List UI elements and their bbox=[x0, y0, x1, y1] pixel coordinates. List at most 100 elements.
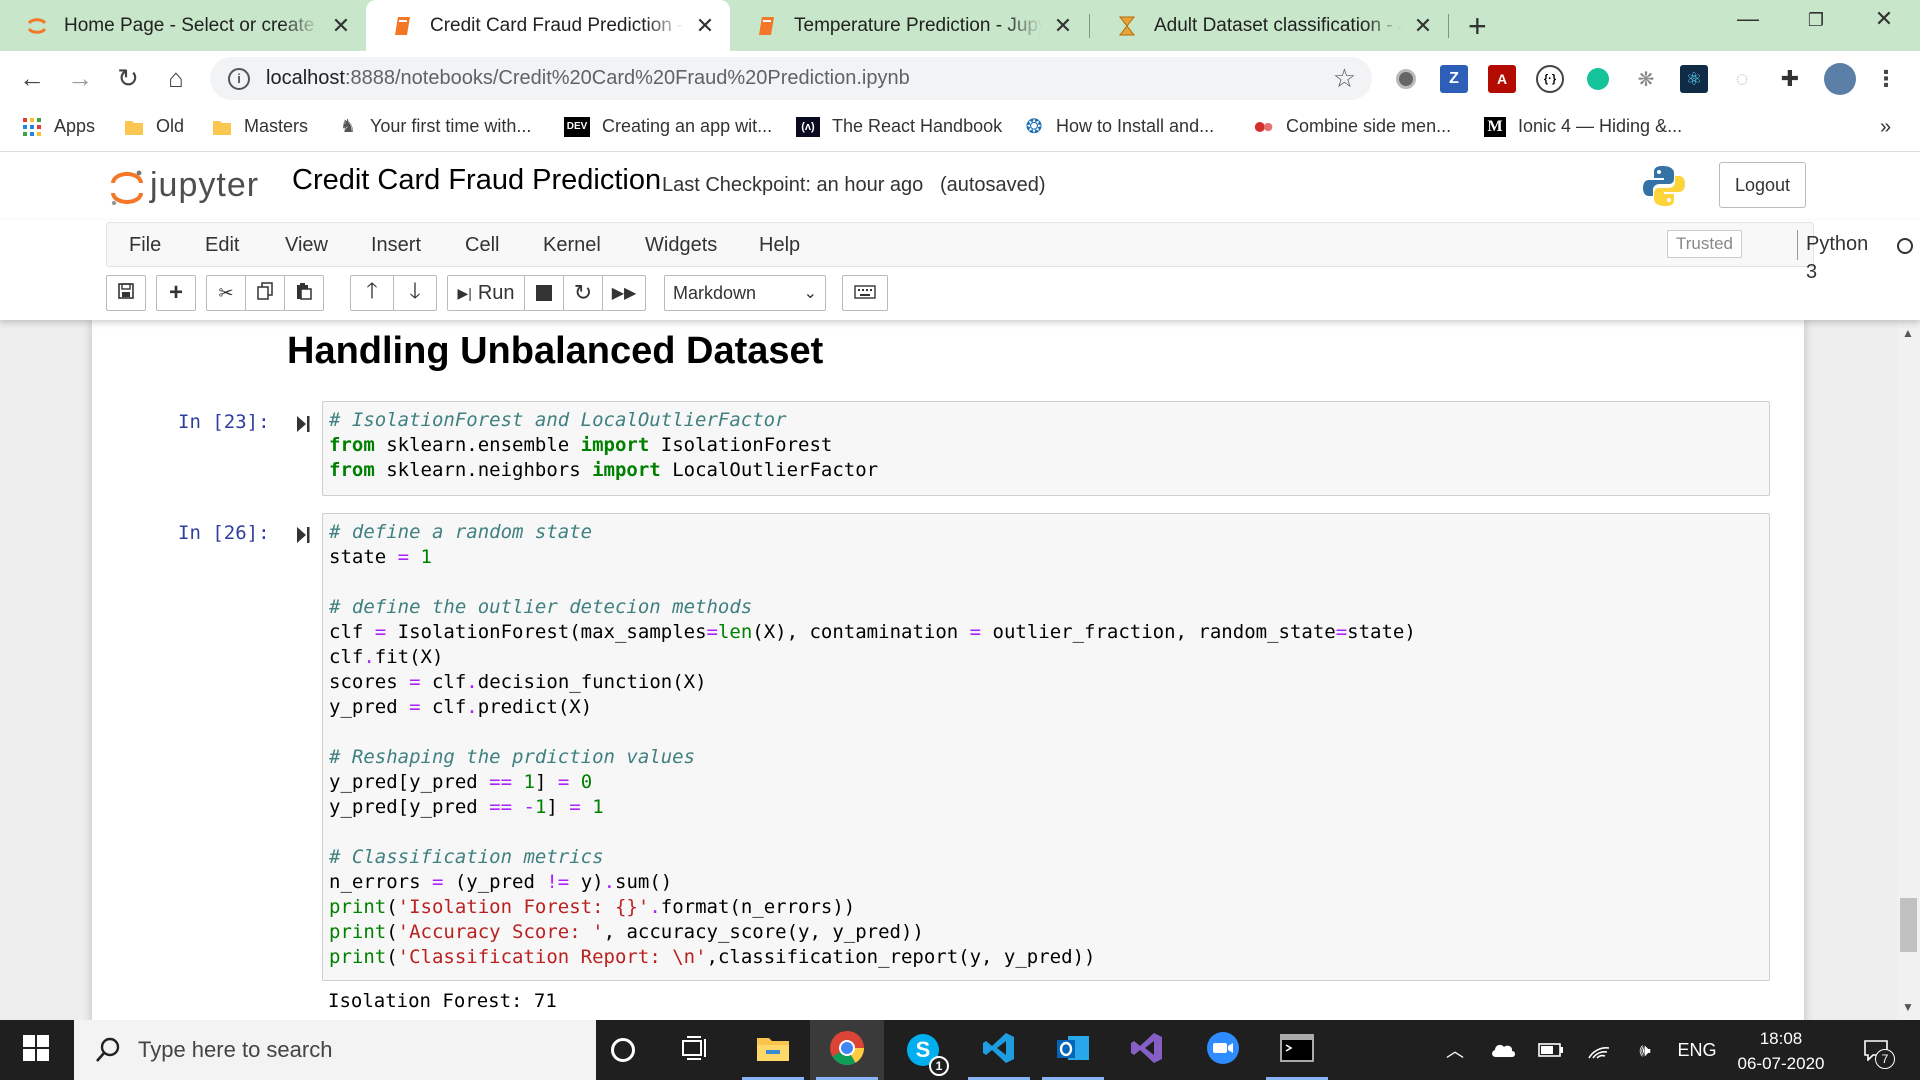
code-cell-imports[interactable]: # IsolationForest and LocalOutlierFactor… bbox=[322, 401, 1770, 496]
tab-home-page[interactable]: Home Page - Select or create a notebook … bbox=[0, 0, 366, 51]
jupyter-logo[interactable]: jupyter bbox=[110, 166, 259, 205]
close-icon[interactable]: ✕ bbox=[1052, 13, 1074, 38]
onedrive-icon[interactable] bbox=[1488, 1020, 1518, 1080]
bookmark-combine-side-menu[interactable]: Combine side men... bbox=[1254, 116, 1451, 137]
start-button[interactable] bbox=[0, 1020, 72, 1080]
action-center-button[interactable]: 7 bbox=[1856, 1020, 1896, 1080]
url-text[interactable]: localhost:8888/notebooks/Credit%20Card%2… bbox=[266, 67, 910, 90]
close-window-icon[interactable]: ✕ bbox=[1864, 6, 1904, 32]
show-hidden-icons[interactable]: ︿ bbox=[1440, 1020, 1470, 1080]
info-icon[interactable]: i bbox=[228, 67, 250, 90]
tab-adult-dataset[interactable]: Adult Dataset classification - Jupyter N… bbox=[1090, 0, 1448, 51]
trusted-indicator[interactable]: Trusted bbox=[1667, 230, 1743, 258]
bookmark-star-icon[interactable]: ☆ bbox=[1333, 63, 1356, 94]
medium-icon: M bbox=[1484, 116, 1506, 137]
kernel-name[interactable]: Python 3 bbox=[1797, 230, 1868, 283]
taskbar-skype[interactable]: S 1 bbox=[886, 1020, 960, 1080]
grammarly-icon[interactable] bbox=[1584, 65, 1612, 93]
run-cell-icon[interactable] bbox=[296, 415, 310, 433]
taskbar-search-box[interactable]: Type here to search bbox=[74, 1020, 596, 1080]
restore-icon[interactable]: ❐ bbox=[1796, 10, 1836, 31]
bookmark-your-first-time[interactable]: ♞ Your first time with... bbox=[338, 116, 531, 137]
insert-cell-button[interactable]: + bbox=[156, 275, 196, 311]
bookmark-apps[interactable]: Apps bbox=[22, 116, 95, 137]
cortana-button[interactable] bbox=[586, 1020, 660, 1080]
code-cell-isolation-forest[interactable]: # define a random state state = 1 # defin… bbox=[322, 513, 1770, 981]
bookmark-creating-an-app[interactable]: DEV Creating an app wit... bbox=[564, 116, 772, 137]
interrupt-button[interactable] bbox=[524, 275, 564, 311]
extension-circle-icon[interactable] bbox=[1392, 65, 1420, 93]
globe-icon: ❂ bbox=[1025, 116, 1043, 138]
reload-icon[interactable]: ↻ bbox=[110, 60, 146, 96]
run-cell-icon[interactable] bbox=[296, 526, 310, 544]
system-clock[interactable]: 18:08 06-07-2020 bbox=[1726, 1026, 1836, 1076]
battery-icon[interactable] bbox=[1536, 1020, 1566, 1080]
menu-kebab-icon[interactable]: ⋮ bbox=[1872, 65, 1900, 93]
taskbar-chrome[interactable] bbox=[810, 1020, 884, 1080]
scroll-up-icon[interactable]: ▲ bbox=[1902, 326, 1914, 340]
address-bar[interactable]: i localhost:8888/notebooks/Credit%20Card… bbox=[210, 57, 1372, 100]
menu-edit[interactable]: Edit bbox=[205, 234, 239, 257]
zotero-icon[interactable]: Z bbox=[1440, 65, 1468, 93]
taskbar-file-explorer[interactable] bbox=[736, 1020, 810, 1080]
close-icon[interactable]: ✕ bbox=[1412, 13, 1434, 38]
copy-button[interactable] bbox=[245, 275, 285, 311]
markdown-heading[interactable]: Handling Unbalanced Dataset bbox=[287, 330, 823, 373]
move-up-button[interactable]: 🡑 bbox=[350, 275, 394, 311]
close-icon[interactable]: ✕ bbox=[694, 13, 716, 38]
close-icon[interactable]: ✕ bbox=[330, 13, 352, 38]
pdf-icon[interactable]: A bbox=[1488, 65, 1516, 93]
taskbar-vscode[interactable] bbox=[962, 1020, 1036, 1080]
run-button[interactable]: ▶| Run bbox=[447, 275, 525, 311]
notebook-title[interactable]: Credit Card Fraud Prediction bbox=[292, 164, 661, 197]
bookmarks-overflow-button[interactable]: » bbox=[1880, 116, 1891, 139]
bookmark-react-handbook[interactable]: (ʌ) The React Handbook bbox=[796, 116, 1002, 137]
taskbar-zoom[interactable] bbox=[1186, 1020, 1260, 1080]
restart-button[interactable]: ↻ bbox=[563, 275, 603, 311]
menu-insert[interactable]: Insert bbox=[371, 234, 421, 257]
move-down-button[interactable]: 🡓 bbox=[393, 275, 437, 311]
settings-extension-icon[interactable]: ❋ bbox=[1632, 65, 1660, 93]
bookmark-ionic-4[interactable]: M Ionic 4 — Hiding &... bbox=[1484, 116, 1682, 137]
vertical-scrollbar[interactable]: ▲ ▼ bbox=[1897, 320, 1920, 1020]
logout-button[interactable]: Logout bbox=[1719, 162, 1806, 208]
back-icon[interactable]: ← bbox=[14, 60, 50, 96]
forward-icon[interactable]: → bbox=[62, 60, 98, 96]
extension-ring-icon[interactable]: ◌ bbox=[1728, 65, 1756, 93]
command-palette-button[interactable] bbox=[842, 275, 888, 311]
taskbar-visual-studio[interactable] bbox=[1110, 1020, 1184, 1080]
minimize-icon[interactable]: — bbox=[1728, 6, 1768, 32]
menu-help[interactable]: Help bbox=[759, 234, 800, 257]
new-tab-button[interactable]: + bbox=[1468, 8, 1487, 45]
code-line: print('Isolation Forest: {}'.format(n_er… bbox=[329, 895, 1763, 920]
menu-widgets[interactable]: Widgets bbox=[645, 234, 717, 257]
bookmark-folder-masters[interactable]: Masters bbox=[212, 116, 308, 137]
input-language[interactable]: ENG bbox=[1672, 1020, 1722, 1080]
react-devtools-icon[interactable]: ⚛ bbox=[1680, 65, 1708, 93]
restart-run-all-button[interactable]: ▶▶ bbox=[602, 275, 646, 311]
volume-icon[interactable]: 🕪 bbox=[1630, 1020, 1660, 1080]
task-view-button[interactable] bbox=[658, 1020, 732, 1080]
folder-icon bbox=[212, 117, 232, 137]
save-button[interactable] bbox=[106, 275, 146, 311]
menu-view[interactable]: View bbox=[285, 234, 328, 257]
menu-cell[interactable]: Cell bbox=[465, 234, 499, 257]
bookmark-how-to-install[interactable]: ❂ How to Install and... bbox=[1024, 116, 1214, 138]
taskbar-outlook[interactable] bbox=[1036, 1020, 1110, 1080]
wifi-icon[interactable] bbox=[1584, 1020, 1614, 1080]
tab-credit-card-fraud[interactable]: Credit Card Fraud Prediction - Jupyter N… bbox=[366, 0, 730, 51]
menu-file[interactable]: File bbox=[129, 234, 161, 257]
menu-kernel[interactable]: Kernel bbox=[543, 234, 601, 257]
scrollbar-thumb[interactable] bbox=[1900, 898, 1917, 952]
tab-temperature-prediction[interactable]: Temperature Prediction - Jupyter Noteboo… bbox=[730, 0, 1088, 51]
cell-type-select[interactable]: Markdown ⌄ bbox=[664, 275, 826, 311]
cut-button[interactable]: ✂ bbox=[206, 275, 246, 311]
extensions-puzzle-icon[interactable]: ✚ bbox=[1776, 65, 1804, 93]
bookmark-folder-old[interactable]: Old bbox=[124, 116, 184, 137]
paste-button[interactable] bbox=[284, 275, 324, 311]
code-extension-icon[interactable]: {·} bbox=[1536, 65, 1564, 93]
taskbar-terminal[interactable] bbox=[1260, 1020, 1334, 1080]
home-icon[interactable]: ⌂ bbox=[158, 60, 194, 96]
scroll-down-icon[interactable]: ▼ bbox=[1902, 1000, 1914, 1014]
profile-avatar[interactable] bbox=[1824, 63, 1856, 95]
